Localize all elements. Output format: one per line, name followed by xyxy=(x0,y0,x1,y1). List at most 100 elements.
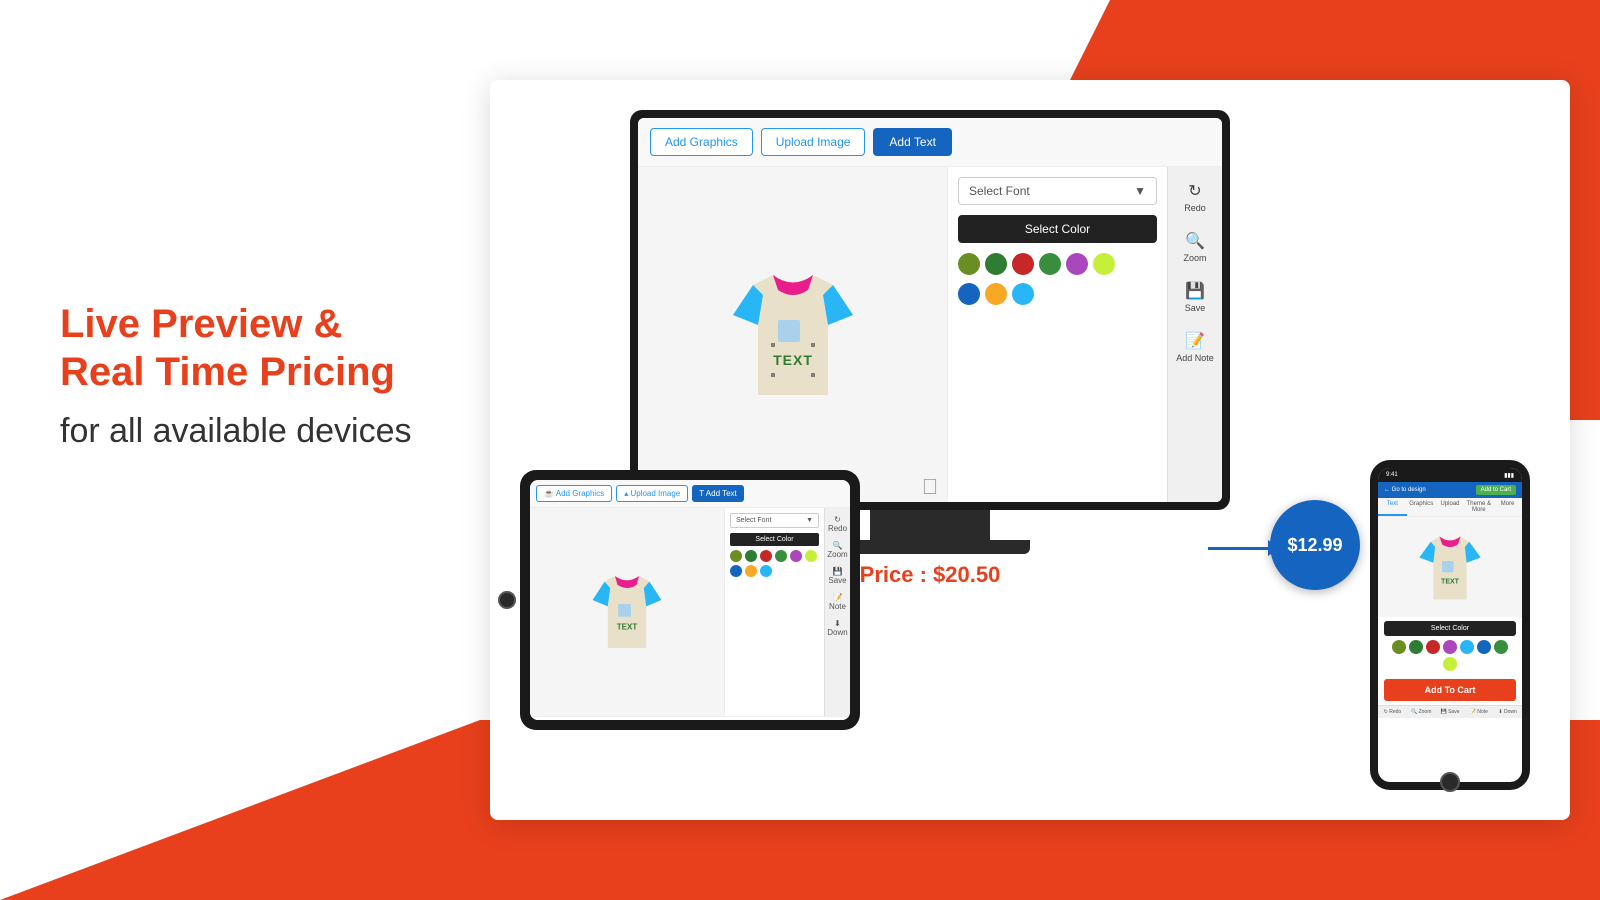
tablet-color-button[interactable]: Select Color xyxy=(730,533,819,546)
swatch-yellow-green[interactable] xyxy=(1093,253,1115,275)
phone-mockup: 9:41 ▮▮▮ ← Go to design Add to Cart Text… xyxy=(1370,460,1530,790)
save-button[interactable]: 💾 Save xyxy=(1171,275,1219,319)
price-badge-value: $12.99 xyxy=(1287,535,1342,556)
phone-bottom-bar: ↻ Redo 🔍 Zoom 💾 Save 📝 Note ⬇ Down xyxy=(1378,705,1522,718)
redo-button[interactable]: ↻ Redo xyxy=(1171,175,1219,219)
app-toolbar: Add Graphics Upload Image Add Text xyxy=(638,118,1222,167)
tablet-price: Price : $20.50 xyxy=(530,716,850,720)
tablet-save-button[interactable]: 💾Save xyxy=(826,564,848,588)
tablet-upload-button[interactable]: ▴ Upload Image xyxy=(616,485,688,502)
phone-signal: ▮▮▮ xyxy=(1504,472,1514,479)
phone-bottom-note[interactable]: 📝 Note xyxy=(1464,706,1493,718)
tablet-font-label: Select Font xyxy=(736,517,771,524)
phone-swatch-1[interactable] xyxy=(1392,640,1406,654)
phone-tab-graphics[interactable]: Graphics xyxy=(1407,498,1436,516)
tablet-home-button[interactable] xyxy=(498,591,516,609)
price-badge: $12.99 xyxy=(1270,500,1360,590)
svg-text:TEXT: TEXT xyxy=(617,623,638,632)
tablet-swatches xyxy=(730,550,819,577)
save-icon: 💾 xyxy=(1185,281,1205,301)
swatch-blue[interactable] xyxy=(958,283,980,305)
tablet-swatch-8[interactable] xyxy=(745,565,757,577)
swatch-purple[interactable] xyxy=(1066,253,1088,275)
phone-tab-more[interactable]: More xyxy=(1493,498,1522,516)
shirt-preview: TEXT xyxy=(723,255,863,415)
main-card: Add Graphics Upload Image Add Text xyxy=(490,80,1570,820)
swatch-sky[interactable] xyxy=(1012,283,1034,305)
phone-top-bar: ← Go to design Add to Cart xyxy=(1378,482,1522,498)
phone-swatch-5[interactable] xyxy=(1460,640,1474,654)
tablet-canvas: TEXT xyxy=(530,508,724,716)
add-note-button[interactable]: 📝 Add Note xyxy=(1171,325,1219,369)
zoom-button[interactable]: 🔍 Zoom xyxy=(1171,225,1219,269)
tablet-note-button[interactable]: 📝Note xyxy=(827,590,848,614)
svg-text:TEXT: TEXT xyxy=(1441,578,1460,585)
tablet-swatch-6[interactable] xyxy=(805,550,817,562)
phone-bottom-zoom[interactable]: 🔍 Zoom xyxy=(1407,706,1436,718)
phone-tab-text[interactable]: Text xyxy=(1378,498,1407,516)
tablet-font-dropdown[interactable]: Select Font ▼ xyxy=(730,513,819,528)
tablet-download-button[interactable]: ⬇Down xyxy=(825,616,849,640)
upload-image-button[interactable]: Upload Image xyxy=(761,128,866,156)
phone-home-button[interactable] xyxy=(1440,772,1460,792)
phone-add-cart-top-button[interactable]: Add to Cart xyxy=(1476,485,1516,495)
phone-bottom-redo[interactable]: ↻ Redo xyxy=(1378,706,1407,718)
swatch-lime-green[interactable] xyxy=(1039,253,1061,275)
phone-bottom-save[interactable]: 💾 Save xyxy=(1436,706,1465,718)
phone-canvas: TEXT xyxy=(1378,517,1522,617)
swatch-olive[interactable] xyxy=(958,253,980,275)
tablet-swatch-5[interactable] xyxy=(790,550,802,562)
swatch-red[interactable] xyxy=(1012,253,1034,275)
phone-back-link[interactable]: ← Go to design xyxy=(1384,487,1426,493)
select-font-dropdown[interactable]: Select Font ▼ xyxy=(958,177,1157,205)
tablet-swatch-1[interactable] xyxy=(730,550,742,562)
phone-swatch-7[interactable] xyxy=(1494,640,1508,654)
phone-inner: 9:41 ▮▮▮ ← Go to design Add to Cart Text… xyxy=(1378,468,1522,782)
color-swatches-row2 xyxy=(958,283,1157,305)
tablet-swatch-4[interactable] xyxy=(775,550,787,562)
note-icon: 📝 xyxy=(1185,331,1205,351)
swatch-amber[interactable] xyxy=(985,283,1007,305)
headline-line2: Real Time Pricing xyxy=(60,348,412,396)
select-font-label: Select Font xyxy=(969,184,1030,198)
tablet-toolbar: ☕ Add Graphics ▴ Upload Image T Add Text xyxy=(530,480,850,508)
tablet-redo-button[interactable]: ↻Redo xyxy=(826,512,849,536)
phone-select-color-label: Select Color xyxy=(1384,621,1516,636)
phone-tab-upload[interactable]: Upload xyxy=(1436,498,1465,516)
tablet-swatch-2[interactable] xyxy=(745,550,757,562)
redo-label: Redo xyxy=(1184,203,1206,213)
tablet-inner: ☕ Add Graphics ▴ Upload Image T Add Text xyxy=(530,480,850,720)
desktop-inner: Add Graphics Upload Image Add Text xyxy=(638,118,1222,502)
phone-bottom-down[interactable]: ⬇ Down xyxy=(1493,706,1522,718)
tablet-zoom-button[interactable]: 🔍Zoom xyxy=(825,538,849,562)
zoom-icon: 🔍 xyxy=(1185,231,1205,251)
phone-add-to-cart-button[interactable]: Add To Cart xyxy=(1384,679,1516,701)
tablet-add-graphics-button[interactable]: ☕ Add Graphics xyxy=(536,485,612,502)
phone-swatch-2[interactable] xyxy=(1409,640,1423,654)
tablet-right-panel: Select Font ▼ Select Color xyxy=(724,508,824,716)
select-color-button[interactable]: Select Color xyxy=(958,215,1157,243)
left-text-block: Live Preview & Real Time Pricing for all… xyxy=(60,300,412,451)
tablet-mockup: ☕ Add Graphics ▴ Upload Image T Add Text xyxy=(520,470,860,730)
phone-swatch-6[interactable] xyxy=(1477,640,1491,654)
svg-text:TEXT: TEXT xyxy=(773,352,813,368)
tablet-text-button[interactable]: T Add Text xyxy=(692,485,744,502)
apple-logo:  xyxy=(922,474,939,500)
tablet-outer: ☕ Add Graphics ▴ Upload Image T Add Text xyxy=(520,470,860,730)
add-text-button[interactable]: Add Text xyxy=(873,128,951,156)
desktop-screen: Add Graphics Upload Image Add Text xyxy=(630,110,1230,510)
tablet-swatch-3[interactable] xyxy=(760,550,772,562)
phone-tabs: Text Graphics Upload Theme & More More xyxy=(1378,498,1522,517)
phone-swatch-8[interactable] xyxy=(1443,657,1457,671)
phone-swatch-4[interactable] xyxy=(1443,640,1457,654)
arrow-connector xyxy=(1208,540,1280,556)
tablet-swatch-9[interactable] xyxy=(760,565,772,577)
phone-swatch-3[interactable] xyxy=(1426,640,1440,654)
swatch-green[interactable] xyxy=(985,253,1007,275)
headline-line1: Live Preview & xyxy=(60,300,412,348)
phone-tab-theme[interactable]: Theme & More xyxy=(1464,498,1493,516)
tablet-swatch-7[interactable] xyxy=(730,565,742,577)
add-graphics-button[interactable]: Add Graphics xyxy=(650,128,753,156)
save-label: Save xyxy=(1185,303,1206,313)
arrow-line xyxy=(1208,547,1268,550)
